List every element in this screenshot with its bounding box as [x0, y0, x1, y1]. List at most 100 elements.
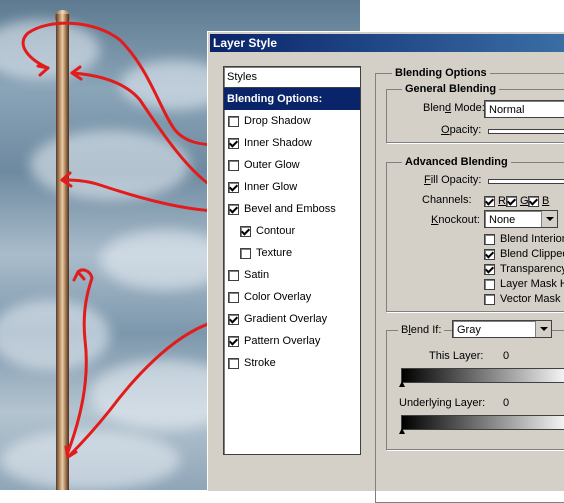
checkbox-box[interactable]	[506, 195, 517, 207]
bevel-and-emboss-checkbox[interactable]	[228, 203, 239, 215]
blend-if-dropdown-button[interactable]	[535, 321, 551, 337]
option-label: Blend Clipped	[500, 248, 564, 260]
style-item-label: Outer Glow	[244, 159, 300, 171]
opacity-label: Opacity:	[441, 124, 482, 136]
color-overlay-checkbox[interactable]	[228, 291, 239, 303]
checkbox-box[interactable]	[484, 263, 495, 275]
gradient-overlay-checkbox[interactable]	[228, 313, 239, 325]
style-item-label: Texture	[256, 247, 293, 259]
style-item-inner-shadow[interactable]: Inner Shadow	[224, 132, 360, 154]
checkbox-box[interactable]	[484, 233, 495, 245]
option-label: Transparency	[500, 263, 564, 275]
style-item-label: Inner Shadow	[244, 137, 312, 149]
style-item-label: Stroke	[244, 357, 276, 369]
checkbox-box[interactable]	[484, 278, 495, 290]
style-item-texture[interactable]: Texture	[224, 242, 360, 264]
style-item-contour[interactable]: Contour	[224, 220, 360, 242]
blend-if-value: Gray	[457, 324, 481, 336]
style-item-label: Inner Glow	[244, 181, 298, 193]
channel-b-checkbox[interactable]: B	[528, 195, 549, 207]
style-item-stroke[interactable]: Stroke	[224, 352, 360, 374]
style-item-label: Bevel and Emboss	[244, 203, 336, 215]
blend-mode-label: Blend Mode:	[423, 102, 485, 114]
outer-glow-checkbox[interactable]	[228, 159, 239, 171]
style-item-color-overlay[interactable]: Color Overlay	[224, 286, 360, 308]
style-items: Drop Shadow Inner Shadow Outer Glow Inner G…	[224, 110, 360, 374]
blending-options-title: Blending Options	[392, 67, 490, 79]
knockout-label: Knockout:	[431, 214, 480, 226]
blend-clipped-option[interactable]: Blend Clipped	[484, 248, 564, 260]
styles-header[interactable]: Styles	[224, 67, 360, 88]
channel-r-checkbox[interactable]: R	[484, 195, 506, 207]
style-item-outer-glow[interactable]: Outer Glow	[224, 154, 360, 176]
this-layer-gradient[interactable]	[401, 368, 564, 383]
chevron-down-icon	[539, 327, 548, 331]
drop-shadow-checkbox[interactable]	[228, 115, 239, 127]
style-item-drop-shadow[interactable]: Drop Shadow	[224, 110, 360, 132]
inner-shadow-checkbox[interactable]	[228, 137, 239, 149]
channel-label: R	[498, 195, 506, 207]
blend-mode-value: Normal	[489, 104, 525, 116]
style-item-satin[interactable]: Satin	[224, 264, 360, 286]
this-layer-black-slider[interactable]	[399, 381, 405, 387]
style-item-label: Drop Shadow	[244, 115, 311, 127]
arrow-lower-loop	[66, 268, 94, 454]
style-item-label: Satin	[244, 269, 270, 281]
fill-opacity-slider[interactable]	[488, 179, 564, 184]
fill-opacity-label: Fill Opacity:	[424, 174, 482, 186]
checkbox-box[interactable]	[484, 293, 495, 305]
style-item-label: Contour	[256, 225, 296, 237]
style-item-label: Gradient Overlay	[244, 313, 328, 325]
contour-checkbox[interactable]	[240, 225, 251, 237]
channel-label: B	[542, 195, 550, 207]
arrowhead-pole-top	[36, 64, 50, 77]
knockout-value: None	[489, 214, 516, 226]
checkbox-box[interactable]	[484, 248, 495, 260]
style-item-gradient-overlay[interactable]: Gradient Overlay	[224, 308, 360, 330]
pattern-overlay-checkbox[interactable]	[228, 335, 239, 347]
channels-label: Channels:	[422, 194, 472, 206]
arrowhead-lower	[72, 270, 86, 282]
checkbox-box[interactable]	[484, 195, 495, 207]
this-layer-value: 0	[503, 350, 510, 362]
option-label: Blend Interior	[500, 233, 564, 245]
this-layer-label: This Layer:	[429, 350, 484, 362]
satin-checkbox[interactable]	[228, 269, 239, 281]
vector-mask-h-option[interactable]: Vector Mask H	[484, 293, 564, 305]
underlying-layer-gradient[interactable]	[401, 415, 564, 430]
opacity-slider[interactable]	[488, 129, 564, 134]
transparency-option[interactable]: Transparency	[484, 263, 564, 275]
blend-interior-option[interactable]: Blend Interior	[484, 233, 564, 245]
inner-glow-checkbox[interactable]	[228, 181, 239, 193]
chevron-down-icon	[545, 217, 554, 221]
style-item-pattern-overlay[interactable]: Pattern Overlay	[224, 330, 360, 352]
style-item-label: Pattern Overlay	[244, 335, 321, 347]
underlying-layer-label: Underlying Layer:	[399, 397, 486, 409]
option-label: Vector Mask H	[500, 293, 564, 305]
style-item-bevel-and-emboss[interactable]: Bevel and Emboss	[224, 198, 360, 220]
underlying-layer-value: 0	[503, 397, 510, 409]
knockout-select[interactable]: None	[484, 210, 558, 228]
checkbox-box[interactable]	[528, 195, 539, 207]
arrow-bevel	[60, 178, 220, 213]
layer-mask-hi-option[interactable]: Layer Mask Hi	[484, 278, 564, 290]
blend-if-group	[386, 330, 564, 450]
arrow-inner-glow	[70, 71, 220, 192]
blending-options-default[interactable]: Blending Options: Default	[224, 88, 360, 127]
general-blending-title: General Blending	[402, 83, 500, 95]
arrow-gradient-overlay	[66, 319, 220, 459]
dialog-title[interactable]: Layer Style	[210, 34, 564, 52]
blend-mode-select[interactable]: Normal	[484, 100, 564, 118]
stroke-checkbox[interactable]	[228, 357, 239, 369]
knockout-dropdown-button[interactable]	[541, 211, 557, 227]
channel-g-checkbox[interactable]: G	[506, 195, 529, 207]
blend-if-select[interactable]: Gray	[452, 320, 552, 338]
advanced-blending-title: Advanced Blending	[402, 156, 511, 168]
texture-checkbox[interactable]	[240, 247, 251, 259]
style-item-inner-glow[interactable]: Inner Glow	[224, 176, 360, 198]
option-label: Layer Mask Hi	[500, 278, 564, 290]
layer-style-dialog: Layer Style Styles Blending Options: Def…	[207, 31, 564, 503]
underlying-layer-black-slider[interactable]	[399, 428, 405, 434]
blend-if-label: Blend If:	[398, 324, 445, 336]
style-item-label: Color Overlay	[244, 291, 312, 303]
